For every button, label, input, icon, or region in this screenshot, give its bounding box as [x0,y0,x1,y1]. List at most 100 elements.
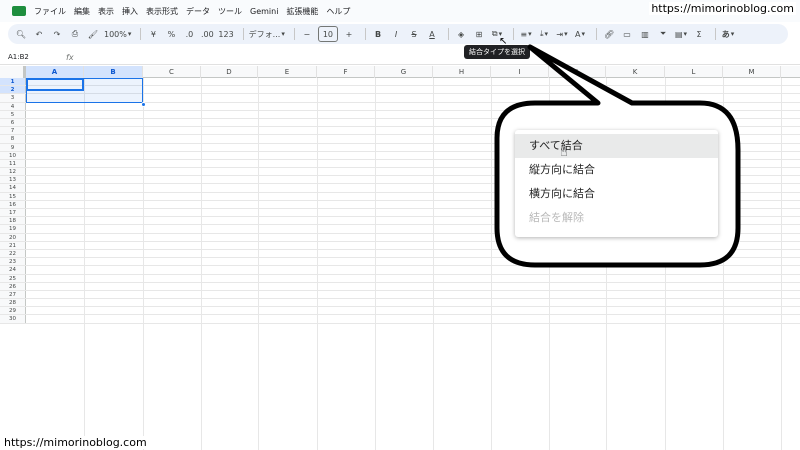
font-select[interactable]: デフォ... [249,26,285,42]
decimal-increase-button[interactable]: .00 [200,26,214,42]
name-box[interactable]: A1:B2 [0,53,50,61]
row-header[interactable]: 26 [0,282,26,290]
search-icon[interactable]: 🔍︎ [14,26,28,42]
row-header[interactable]: 6 [0,118,26,127]
text-rotation-icon[interactable]: A [573,26,587,42]
toolbar-divider [140,28,142,40]
row-header[interactable]: 25 [0,274,26,282]
row-header[interactable]: 2 [0,86,26,94]
column-header-j[interactable]: J [549,66,606,78]
link-icon[interactable]: 🔗︎ [602,26,616,42]
row-header[interactable]: 12 [0,168,26,176]
column-header-d[interactable]: D [201,66,258,78]
column-header-l[interactable]: L [665,66,723,78]
text-color-button[interactable]: A [425,26,439,42]
undo-icon[interactable]: ↶ [32,26,46,42]
horizontal-align-icon[interactable]: ≡ [519,26,533,42]
sheets-logo[interactable] [12,6,26,16]
menu-tools[interactable]: ツール [218,6,242,17]
menu-view[interactable]: 表示 [98,6,114,17]
borders-icon[interactable]: ⊞ [472,26,486,42]
active-cell[interactable] [26,78,84,91]
row-header[interactable]: 5 [0,110,26,118]
row-header[interactable]: 10 [0,151,26,159]
row-header[interactable]: 8 [0,135,26,143]
italic-button[interactable]: I [389,26,403,42]
row-header[interactable]: 29 [0,307,26,315]
comment-icon[interactable]: ▭ [620,26,634,42]
strikethrough-button[interactable]: S [407,26,421,42]
row-header[interactable]: 30 [0,315,26,323]
filter-views-icon[interactable]: ▤ [674,26,688,42]
menu-format[interactable]: 表示形式 [146,6,178,17]
font-size-input[interactable]: 10 [317,26,339,42]
column-header-h[interactable]: H [433,66,491,78]
column-header-e[interactable]: E [258,66,317,78]
text-wrap-icon[interactable]: ⇥ [555,26,569,42]
row-header[interactable]: 20 [0,233,26,241]
redo-icon[interactable]: ↷ [50,26,64,42]
table-row: 5 [0,110,800,119]
column-header-i[interactable]: I [491,66,549,78]
column-header-g[interactable]: G [375,66,433,78]
currency-button[interactable]: ¥ [146,26,160,42]
select-all-corner[interactable] [0,66,26,78]
paint-format-icon[interactable]: 🖌︎ [86,26,100,42]
table-row: 24 [0,266,800,275]
row-header[interactable]: 9 [0,143,26,151]
row-header[interactable]: 23 [0,258,26,266]
column-header-b[interactable]: B [84,66,143,78]
row-header[interactable]: 28 [0,299,26,307]
input-tools-button[interactable]: あ [721,26,735,42]
row-header[interactable]: 27 [0,290,26,299]
row-header[interactable]: 11 [0,159,26,168]
merge-all-option[interactable]: すべて結合 [515,134,718,158]
row-header[interactable]: 21 [0,241,26,249]
row-header[interactable]: 13 [0,176,26,184]
row-header[interactable]: 4 [0,102,26,110]
row-header[interactable]: 14 [0,184,26,192]
column-header-a[interactable]: A [26,66,84,78]
row-header[interactable]: 7 [0,127,26,135]
print-icon[interactable]: ⎙ [68,26,82,42]
menu-file[interactable]: ファイル [34,6,66,17]
row-header[interactable]: 24 [0,266,26,274]
chart-icon[interactable]: ▥ [638,26,652,42]
bold-button[interactable]: B [371,26,385,42]
row-header[interactable]: 15 [0,192,26,200]
filter-icon[interactable]: ⏷ [656,26,670,42]
font-size-increase-button[interactable]: + [342,26,356,42]
menu-data[interactable]: データ [186,6,210,17]
vertical-align-icon[interactable]: ⤓ [537,26,551,42]
functions-button[interactable]: Σ [692,26,706,42]
menu-extensions[interactable]: 拡張機能 [286,6,318,17]
column-header-m[interactable]: M [723,66,781,78]
percent-button[interactable]: % [164,26,178,42]
column-header-f[interactable]: F [317,66,375,78]
row-header[interactable]: 19 [0,225,26,233]
merge-vertically-option[interactable]: 縦方向に結合 [515,158,718,182]
decimal-decrease-button[interactable]: .0 [182,26,196,42]
row-header[interactable]: 1 [0,78,26,86]
fx-icon: fx [66,52,74,62]
fill-color-icon[interactable]: ◈ [454,26,468,42]
menu-edit[interactable]: 編集 [74,6,90,17]
fill-handle[interactable] [141,102,146,107]
row-header[interactable]: 22 [0,249,26,258]
menu-gemini[interactable]: Gemini [250,7,278,16]
watermark-bottom: https://mimorinoblog.com [2,436,149,449]
spreadsheet-grid[interactable]: A B C D E F G H I J K L M 1 2 3 4 5 6 7 8 9 10 11 1… [0,66,800,450]
menu-insert[interactable]: 挿入 [122,6,138,17]
merge-horizontally-option[interactable]: 横方向に結合 [515,182,718,206]
row-header[interactable]: 16 [0,200,26,208]
font-size-decrease-button[interactable]: − [300,26,314,42]
column-header-k[interactable]: K [606,66,665,78]
zoom-select[interactable]: 100% [104,26,131,42]
row-header[interactable]: 3 [0,94,26,102]
menu-help[interactable]: ヘルプ [326,6,350,17]
column-header-c[interactable]: C [143,66,201,78]
number-format-button[interactable]: 123 [218,26,233,42]
row-header[interactable]: 18 [0,217,26,225]
row-header[interactable]: 17 [0,209,26,217]
toolbar-divider [242,28,244,40]
